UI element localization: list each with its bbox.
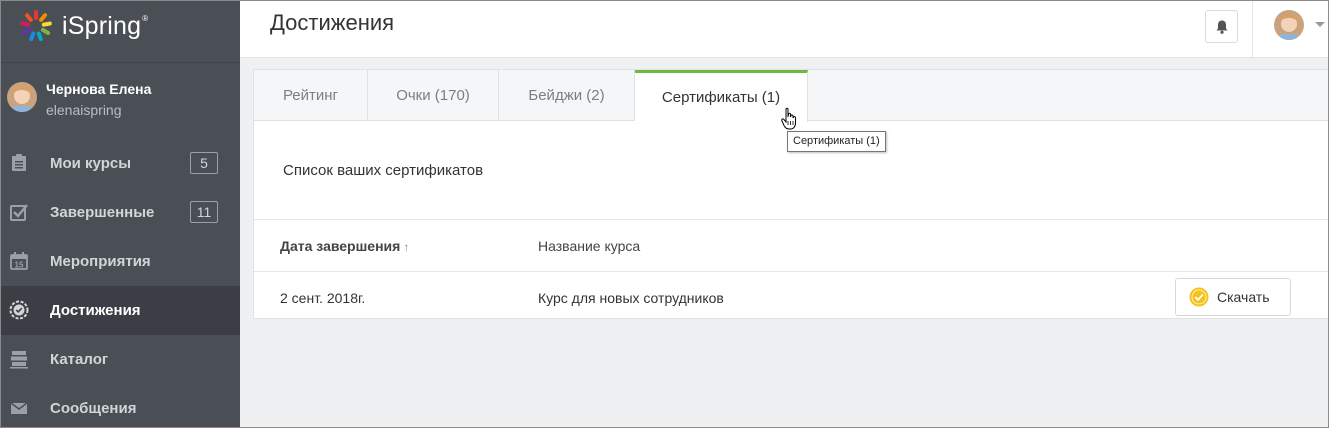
sidebar-item-completed[interactable]: Завершенные 11 xyxy=(0,188,240,237)
column-header-course[interactable]: Название курса xyxy=(538,238,640,254)
table-header: Дата завершения ↑ Название курса xyxy=(254,219,1329,272)
sidebar-item-messages[interactable]: Сообщения xyxy=(0,384,240,428)
count-badge: 11 xyxy=(190,201,218,223)
sidebar-item-label: Каталог xyxy=(50,351,109,368)
tab-badges[interactable]: Бейджи (2) xyxy=(499,70,635,121)
user-login: elenaispring xyxy=(46,102,122,118)
page-title: Достижения xyxy=(270,10,395,35)
user-profile[interactable]: Чернова Елена elenaispring xyxy=(0,62,240,138)
tab-tooltip: Сертификаты (1) xyxy=(787,131,886,152)
ispring-logo-icon xyxy=(20,10,52,42)
sidebar-item-label: Завершенные xyxy=(50,204,155,221)
download-button[interactable]: Скачать xyxy=(1175,278,1291,316)
download-button-label: Скачать xyxy=(1217,289,1270,305)
tab-label: Бейджи (2) xyxy=(528,87,605,104)
certificate-seal-icon xyxy=(1189,287,1209,307)
sidebar-item-my-courses[interactable]: Мои курсы 5 xyxy=(0,139,240,188)
logo-text: iSpring® xyxy=(62,11,149,40)
top-header: Достижения xyxy=(240,0,1329,58)
tab-label: Рейтинг xyxy=(282,87,339,104)
sidebar-item-events[interactable]: 15 Мероприятия xyxy=(0,237,240,286)
column-header-date[interactable]: Дата завершения ↑ xyxy=(280,238,409,254)
bell-icon xyxy=(1216,20,1227,34)
certificate-date: 2 сент. 2018г. xyxy=(280,290,366,306)
notifications-button[interactable] xyxy=(1205,10,1238,43)
checkbox-icon xyxy=(10,204,28,221)
certificates-description: Список ваших сертификатов xyxy=(283,162,484,179)
hand-cursor-icon xyxy=(781,107,796,130)
user-name: Чернова Елена xyxy=(46,81,152,97)
tab-points[interactable]: Очки (170) xyxy=(368,70,499,121)
logo[interactable]: iSpring® xyxy=(18,6,148,46)
svg-text:15: 15 xyxy=(15,261,24,270)
tab-label: Очки (170) xyxy=(396,87,470,104)
envelope-icon xyxy=(10,402,28,414)
tab-rating[interactable]: Рейтинг xyxy=(254,70,368,121)
tab-label: Сертификаты (1) xyxy=(661,89,781,106)
chevron-down-icon[interactable] xyxy=(1315,22,1325,27)
count-badge: 5 xyxy=(190,152,218,174)
avatar[interactable] xyxy=(7,82,37,112)
sidebar-item-achievements[interactable]: Достижения xyxy=(0,286,240,335)
sidebar-nav: Мои курсы 5 Завершенные 11 15 Мероприяти… xyxy=(0,139,240,428)
sidebar-item-label: Мероприятия xyxy=(50,253,151,270)
avatar-image xyxy=(1274,10,1304,40)
avatar-image xyxy=(7,82,37,112)
sidebar: iSpring® Чернова Елена elenaispring Мои … xyxy=(0,0,240,428)
calendar-icon: 15 xyxy=(10,252,28,270)
achievements-icon xyxy=(9,300,29,320)
catalog-icon xyxy=(10,351,28,369)
courses-icon xyxy=(12,154,26,171)
header-avatar[interactable] xyxy=(1274,10,1304,40)
sidebar-item-label: Достижения xyxy=(50,302,141,319)
header-divider xyxy=(1252,0,1253,58)
certificate-course: Курс для новых сотрудников xyxy=(538,290,724,306)
column-header-label: Дата завершения xyxy=(280,238,401,254)
sidebar-item-catalog[interactable]: Каталог xyxy=(0,335,240,384)
sidebar-item-label: Мои курсы xyxy=(50,155,132,172)
sort-arrow-icon: ↑ xyxy=(403,240,410,254)
sidebar-item-label: Сообщения xyxy=(50,400,137,417)
table-row: 2 сент. 2018г. Курс для новых сотруднико… xyxy=(254,272,1329,320)
